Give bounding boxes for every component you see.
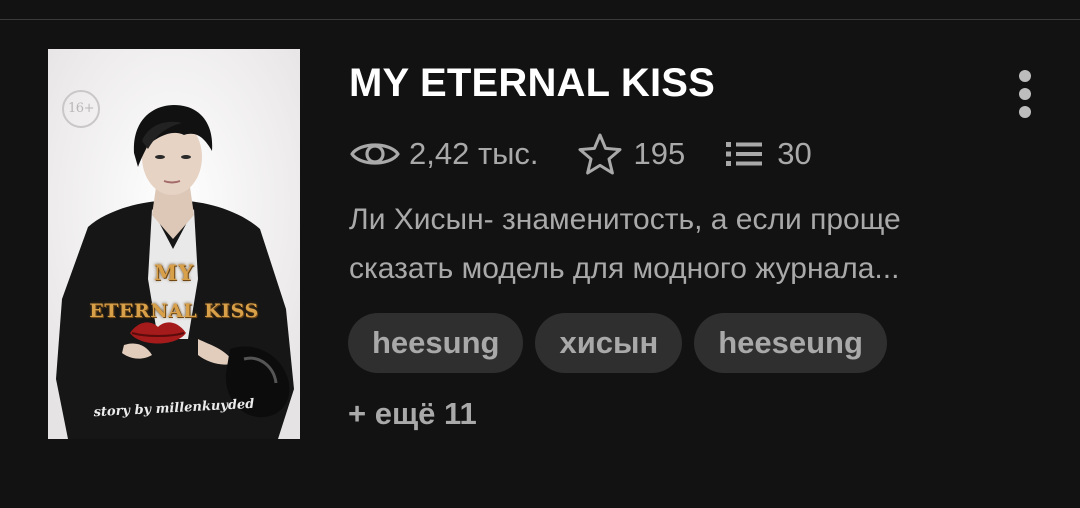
cover-title-line-2: ETERNAL KISS	[89, 300, 259, 322]
description-line: Ли Хисын- знаменитость, а если проще	[349, 203, 901, 236]
age-rating-badge: 16+	[62, 90, 100, 128]
views-stat: 2,42 тыс.	[349, 136, 539, 172]
views-count: 2,42 тыс.	[409, 136, 539, 171]
eye-icon	[350, 143, 400, 165]
star-icon	[578, 133, 622, 175]
tag-list: heesung хисын heeseung	[348, 313, 899, 373]
story-description[interactable]: Ли Хисын- знаменитость, а если проще ска…	[349, 195, 1039, 293]
votes-stat: 195	[577, 132, 686, 176]
more-options-button[interactable]	[1008, 66, 1042, 122]
parts-count: 30	[777, 136, 812, 171]
list-icon	[726, 142, 763, 166]
story-stats: 2,42 тыс. 195 30	[349, 131, 812, 177]
description-line: сказать модель для модного журнала...	[349, 252, 900, 285]
parts-stat: 30	[725, 136, 812, 172]
tag-heesung[interactable]: heesung	[348, 313, 524, 373]
tag-hisyn[interactable]: хисын	[535, 313, 683, 373]
votes-count: 195	[633, 136, 686, 171]
story-card[interactable]: 16+ MY ETERNAL KISS story by millenkuyde…	[0, 0, 1080, 488]
tag-heeseung[interactable]: heeseung	[694, 313, 887, 373]
story-cover[interactable]: 16+ MY ETERNAL KISS story by millenkuyde…	[48, 49, 300, 439]
story-title[interactable]: MY ETERNAL KISS	[349, 60, 715, 106]
cover-title-line-1: MY	[153, 260, 195, 285]
more-tags-link[interactable]: + ещё 11	[348, 396, 477, 432]
